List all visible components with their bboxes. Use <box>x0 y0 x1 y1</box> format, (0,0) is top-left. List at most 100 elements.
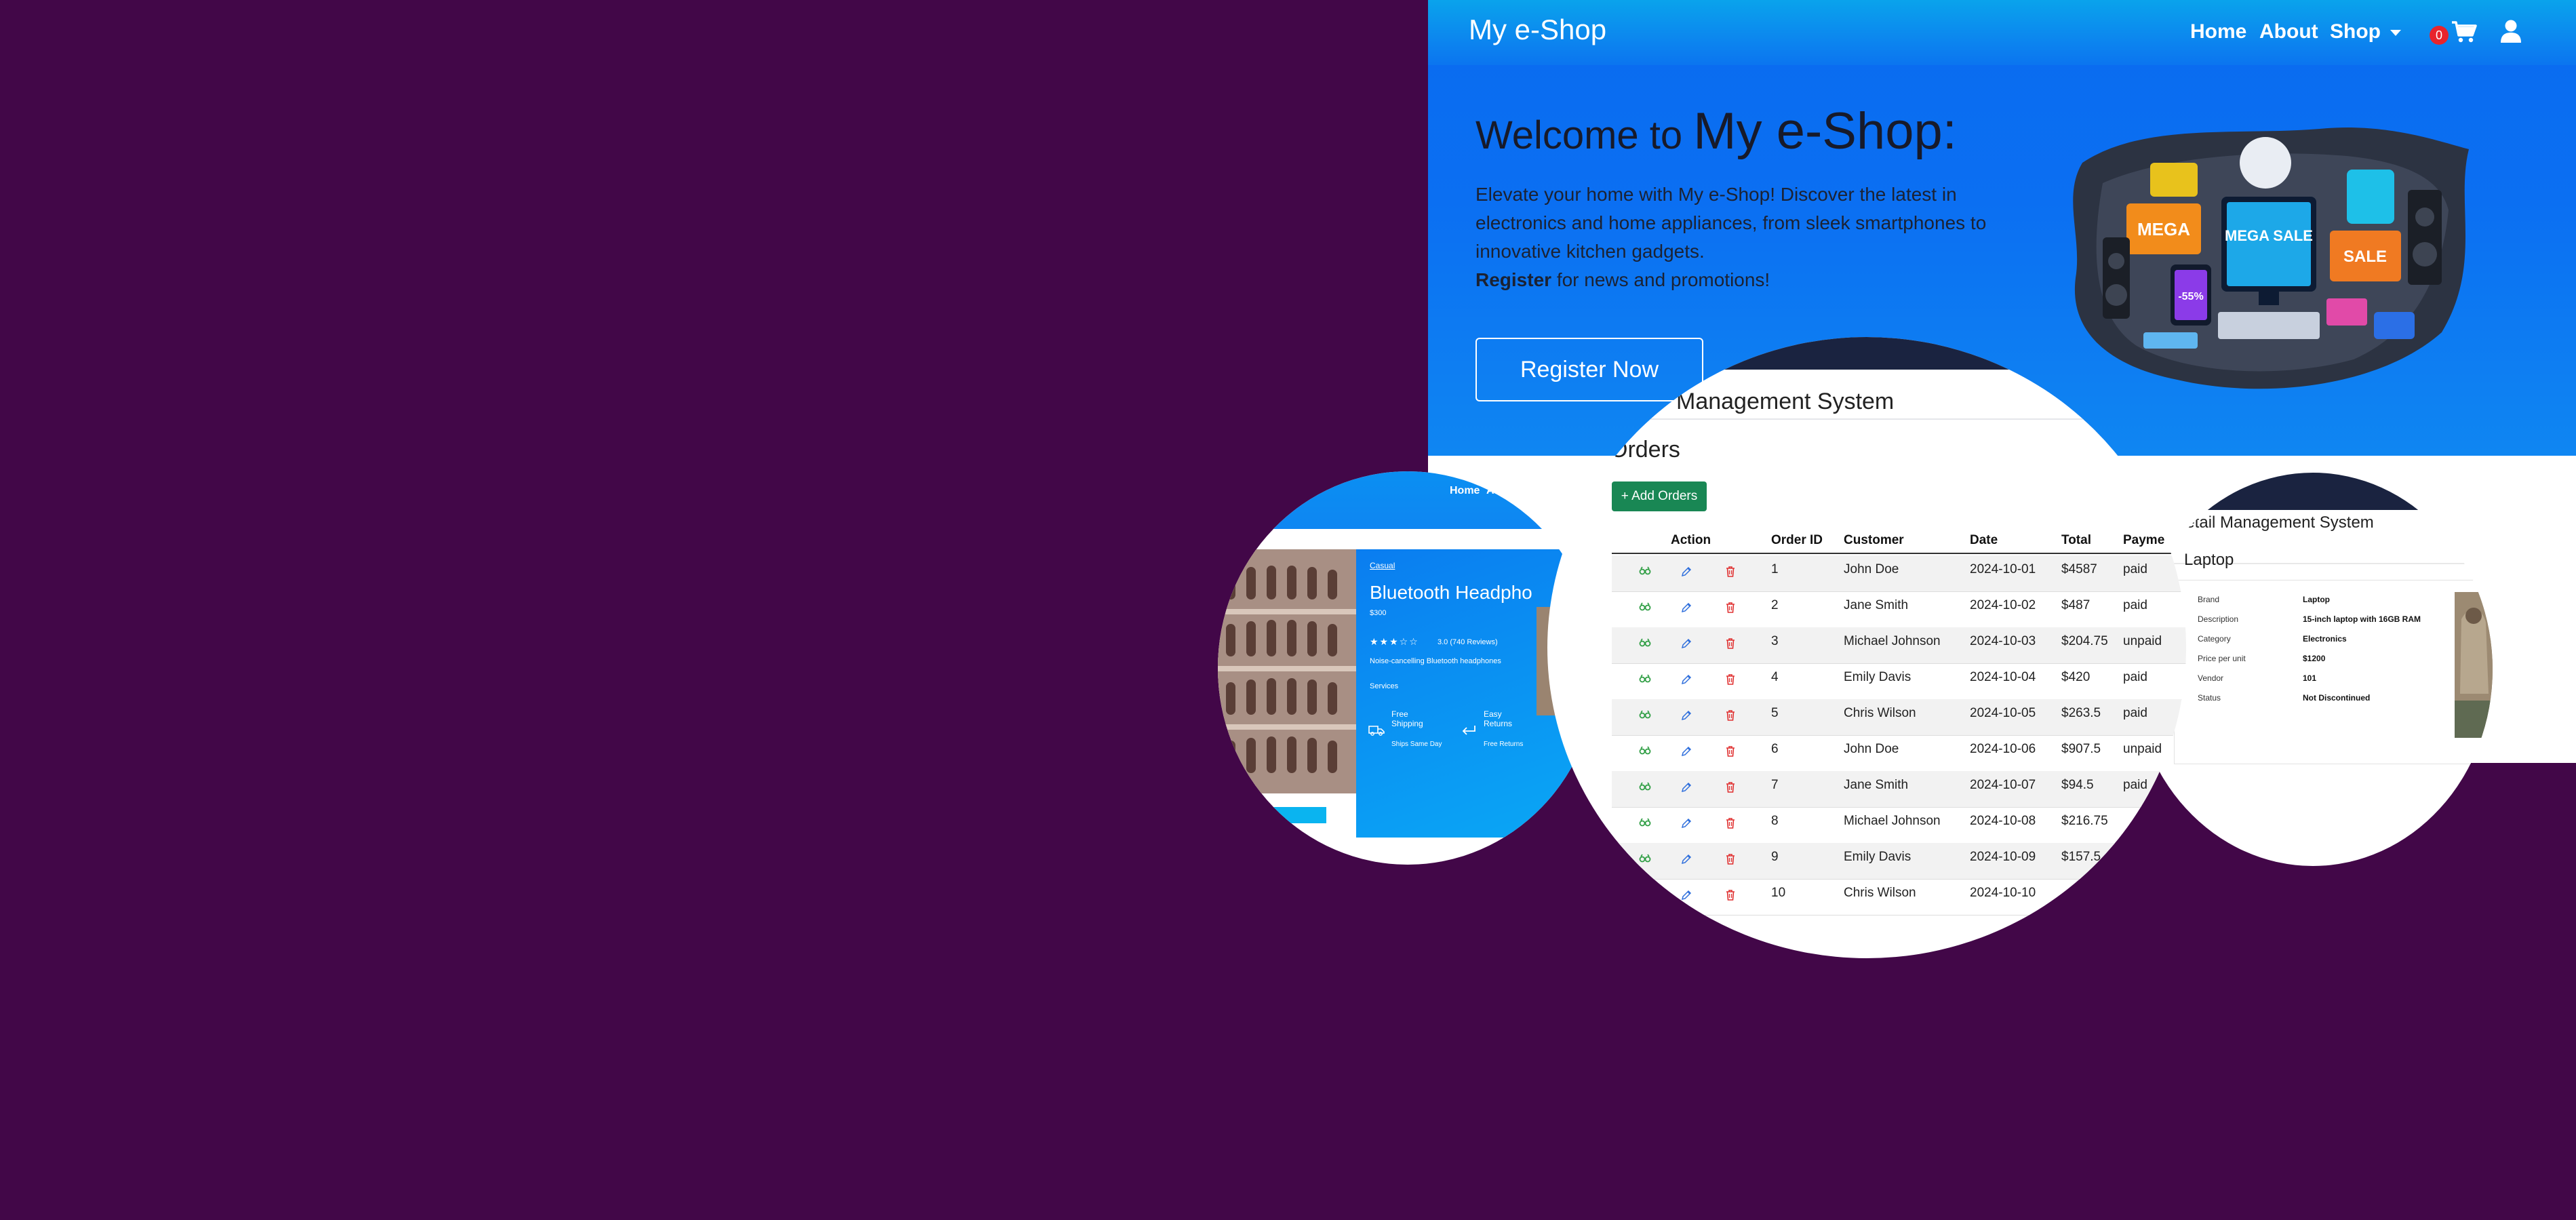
return-arrow-icon <box>1462 726 1475 735</box>
customer-cell: Chris Wilson <box>1844 886 1916 900</box>
field-label: Status <box>2198 693 2221 703</box>
product-breadcrumb[interactable]: Casual <box>1370 561 1395 570</box>
column-header-action: Action <box>1671 533 1711 547</box>
customer-cell: John Doe <box>1844 742 1899 756</box>
details-section-title: Laptop <box>2184 551 2234 569</box>
view-icon[interactable] <box>1639 782 1651 795</box>
free-shipping-subtitle: Ships Same Day <box>1391 741 1442 748</box>
delete-icon[interactable] <box>1726 638 1735 652</box>
edit-icon[interactable] <box>1681 890 1692 904</box>
field-label: Description <box>2198 614 2239 624</box>
column-header-payment: Payme <box>2123 533 2165 547</box>
view-icon[interactable] <box>1639 710 1651 723</box>
view-icon[interactable] <box>1639 674 1651 687</box>
delete-icon[interactable] <box>1726 566 1735 581</box>
rating-stars-icon: ★★★☆☆ <box>1370 636 1419 647</box>
order-id-cell: 4 <box>1771 670 1779 684</box>
edit-icon[interactable] <box>1681 602 1692 616</box>
hero-title-brand: My e-Shop: <box>1693 102 1957 160</box>
table-row: 1 John Doe 2024-10-01 $4587 paid <box>1612 555 2186 592</box>
edit-icon[interactable] <box>1681 854 1692 868</box>
product-action-bar[interactable] <box>1242 807 1326 823</box>
product-photo <box>2455 592 2493 738</box>
delete-icon[interactable] <box>1726 890 1735 904</box>
field-value: $1200 <box>2303 654 2326 663</box>
register-rest-text: for news and promotions! <box>1551 269 1770 290</box>
customer-cell: Michael Johnson <box>1844 814 1941 828</box>
total-cell: $204.75 <box>2061 634 2108 648</box>
view-icon[interactable] <box>1639 602 1651 615</box>
hero-title: Welcome to My e-Shop: <box>1475 102 1957 161</box>
table-row: 6 John Doe 2024-10-06 $907.5 unpaid <box>1612 735 2186 772</box>
payment-cell: paid <box>2123 598 2147 612</box>
payment-cell: paid <box>2123 706 2147 720</box>
customer-cell: Emily Davis <box>1844 850 1911 864</box>
customer-cell: Emily Davis <box>1844 670 1911 684</box>
product-name: Bluetooth Headpho <box>1370 582 1532 603</box>
delete-icon[interactable] <box>1726 818 1735 832</box>
banner-text-sale: SALE <box>2343 248 2387 266</box>
view-icon[interactable] <box>1639 566 1651 579</box>
payment-cell: unpaid <box>2123 634 2162 648</box>
services-label: Services <box>1370 682 1399 690</box>
delete-icon[interactable] <box>1726 602 1735 616</box>
edit-icon[interactable] <box>1681 566 1692 581</box>
view-icon[interactable] <box>1639 638 1651 651</box>
product-details-preview: Retail Management System Laptop Brand La… <box>2133 473 2493 866</box>
delete-icon[interactable] <box>1726 710 1735 724</box>
banner-text-mega: MEGA <box>2137 219 2190 239</box>
view-icon[interactable] <box>1639 818 1651 831</box>
edit-icon[interactable] <box>1681 710 1692 724</box>
payment-cell: unpaid <box>2123 742 2162 756</box>
edit-icon[interactable] <box>1681 818 1692 832</box>
delete-icon[interactable] <box>1726 854 1735 868</box>
view-icon[interactable] <box>1639 746 1651 759</box>
date-cell: 2024-10-10 <box>1970 886 2036 900</box>
orders-system-title: Management System <box>1676 389 1895 414</box>
cart-icon[interactable] <box>2451 20 2478 43</box>
edit-icon[interactable] <box>1681 638 1692 652</box>
user-icon[interactable] <box>2499 19 2522 43</box>
payment-cell: paid <box>2123 670 2147 684</box>
delete-icon[interactable] <box>1726 674 1735 688</box>
edit-icon[interactable] <box>1681 782 1692 796</box>
banner-text-discount: -55% <box>2178 291 2203 302</box>
table-row: 3 Michael Johnson 2024-10-03 $204.75 unpaid <box>1612 627 2186 664</box>
table-row: 7 Jane Smith 2024-10-07 $94.5 paid <box>1612 771 2186 808</box>
total-cell: $216.75 <box>2061 814 2108 828</box>
field-label: Brand <box>2198 595 2220 604</box>
order-id-cell: 6 <box>1771 742 1779 756</box>
free-shipping-title: Free Shipping <box>1391 709 1423 728</box>
delete-icon[interactable] <box>1726 746 1735 760</box>
add-orders-button[interactable]: + Add Orders <box>1612 481 1707 511</box>
view-icon[interactable] <box>1639 890 1651 903</box>
table-row: 4 Emily Davis 2024-10-04 $420 paid <box>1612 663 2186 700</box>
delete-icon[interactable] <box>1726 782 1735 796</box>
date-cell: 2024-10-01 <box>1970 562 2036 576</box>
nav-about-link[interactable]: About <box>2259 20 2318 43</box>
date-cell: 2024-10-09 <box>1970 850 2036 864</box>
view-icon[interactable] <box>1639 854 1651 867</box>
product-page-navbar: Home Abo <box>1218 471 1598 529</box>
product-nav-about[interactable]: Abo <box>1486 485 1507 497</box>
customer-cell: Jane Smith <box>1844 778 1909 792</box>
nav-shop-dropdown[interactable]: Shop <box>2330 20 2401 43</box>
edit-icon[interactable] <box>1681 746 1692 760</box>
table-row: 5 Chris Wilson 2024-10-05 $263.5 paid <box>1612 699 2186 736</box>
column-header-order-id: Order ID <box>1771 533 1823 547</box>
date-cell: 2024-10-08 <box>1970 814 2036 828</box>
product-price: $300 <box>1370 609 1387 617</box>
brand-logo[interactable]: My e-Shop <box>1469 14 1606 46</box>
order-id-cell: 8 <box>1771 814 1779 828</box>
nav-home-link[interactable]: Home <box>2190 20 2246 43</box>
details-system-title: Retail Management System <box>2174 513 2374 532</box>
product-nav-home[interactable]: Home <box>1450 485 1480 497</box>
date-cell: 2024-10-03 <box>1970 634 2036 648</box>
product-description: Noise-cancelling Bluetooth headphones <box>1370 657 1501 665</box>
banner-text-mega-sale: MEGA SALE <box>2225 227 2313 244</box>
hero-description: Elevate your home with My e-Shop! Discov… <box>1475 180 2018 294</box>
customer-cell: Chris Wilson <box>1844 706 1916 720</box>
total-cell: $157.5 <box>2061 850 2101 864</box>
hero-paragraph: Elevate your home with My e-Shop! Discov… <box>1475 184 1987 262</box>
edit-icon[interactable] <box>1681 674 1692 688</box>
